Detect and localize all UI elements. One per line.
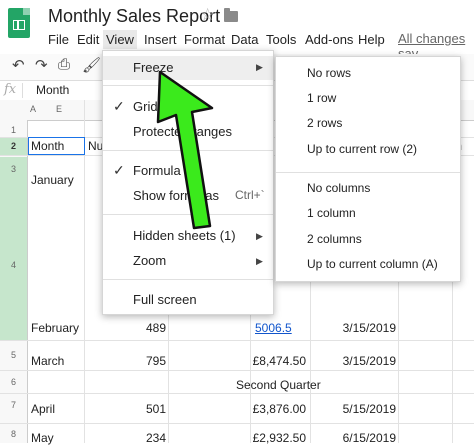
green-arrow-annotation (156, 70, 214, 230)
